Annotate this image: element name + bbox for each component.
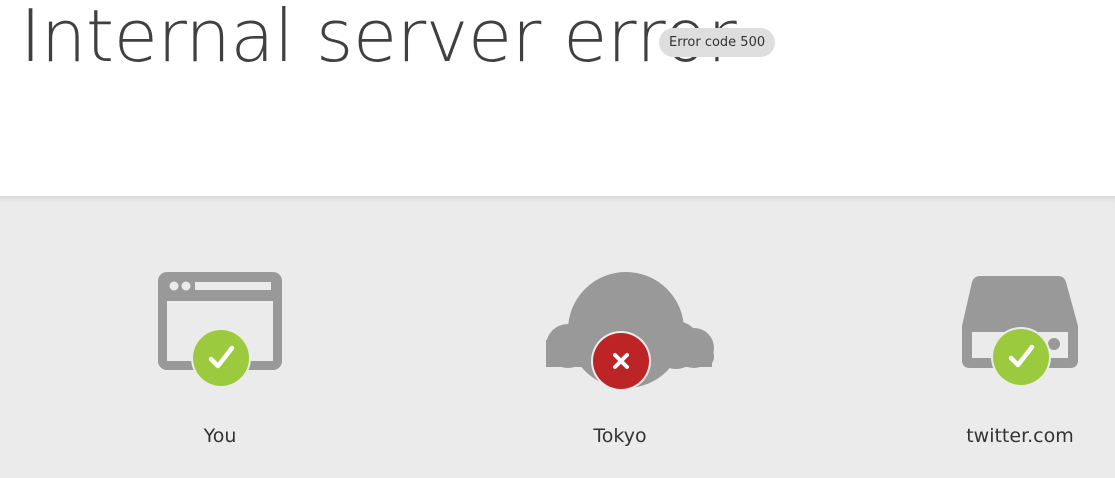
- checkmark-icon: [191, 328, 251, 388]
- node-you: [156, 270, 286, 390]
- error-code-badge: Error code 500: [659, 28, 776, 57]
- x-icon: [591, 331, 651, 391]
- status-diagram: You Tokyo twitter.com: [0, 196, 1115, 478]
- checkmark-icon: [991, 327, 1051, 387]
- node-tokyo: [524, 270, 718, 394]
- server-icon: [962, 276, 1078, 387]
- page-title: Internal server error: [20, 0, 737, 78]
- node-twitter: [958, 272, 1084, 392]
- error-header: Internal server error Error code 500: [0, 0, 1115, 196]
- node-label-tokyo: Tokyo: [593, 425, 647, 447]
- node-label-twitter: twitter.com: [966, 425, 1074, 447]
- cloud-icon: [546, 272, 714, 391]
- browser-icon: [158, 272, 282, 388]
- node-label-you: You: [203, 425, 237, 447]
- error-page: Internal server error Error code 500 You: [0, 0, 1115, 478]
